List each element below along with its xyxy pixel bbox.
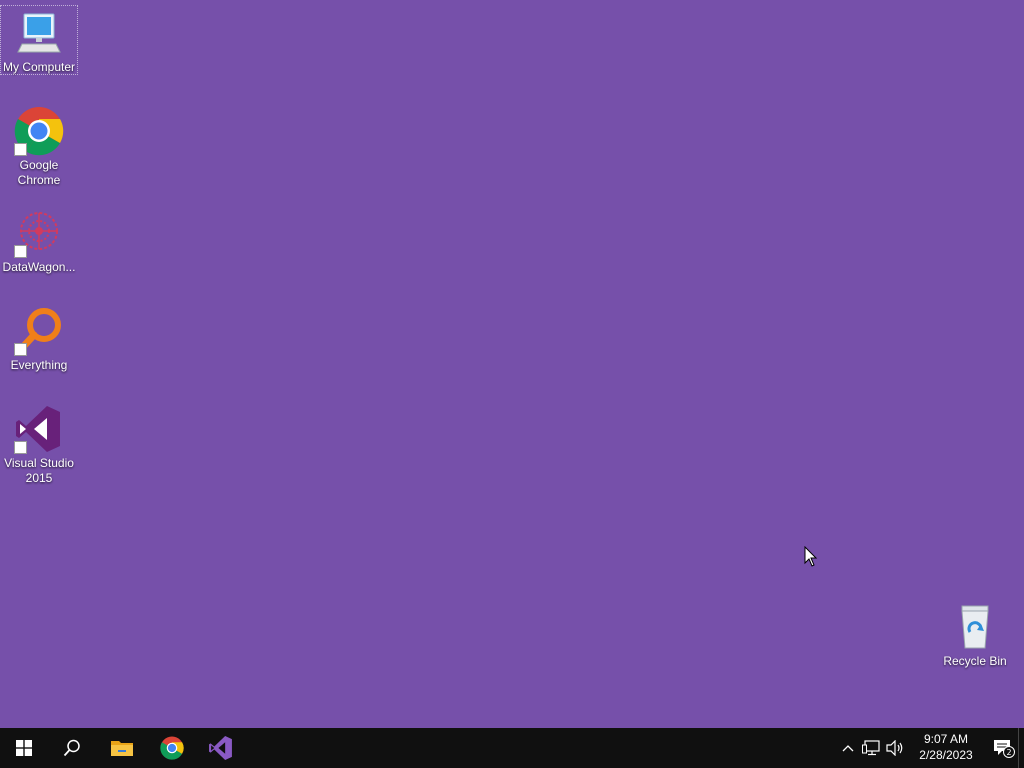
recycle-bin-icon — [950, 602, 1000, 652]
desktop-icon-my-computer[interactable]: My Computer — [0, 5, 78, 75]
computer-icon — [14, 8, 64, 58]
desktop[interactable]: My Computer Google Chrome DataWagon... E… — [0, 0, 1024, 728]
chevron-up-icon — [842, 745, 854, 752]
desktop-icon-label: DataWagon... — [2, 260, 76, 274]
network-button[interactable] — [860, 728, 882, 768]
clock-time: 9:07 AM — [923, 732, 969, 746]
taskbar-file-explorer[interactable] — [98, 728, 146, 768]
desktop-icon-label: Recycle Bin — [943, 654, 1007, 668]
desktop-icon-label: Everything — [10, 358, 68, 372]
desktop-icon-visual-studio-2015[interactable]: Visual Studio 2015 — [1, 402, 77, 486]
show-hidden-icons-button[interactable] — [838, 728, 858, 768]
shortcut-arrow-icon — [14, 343, 27, 356]
taskbar: 9:07 AM 2/28/2023 2 — [0, 728, 1024, 768]
everything-search-icon — [14, 306, 64, 356]
desktop-icon-label: Google Chrome — [17, 158, 61, 187]
notification-count: 2 — [1006, 748, 1011, 757]
mouse-cursor-icon — [804, 546, 818, 567]
clock[interactable]: 9:07 AM 2/28/2023 — [910, 731, 982, 763]
chrome-icon — [160, 736, 184, 760]
visual-studio-icon — [14, 404, 64, 454]
datawagon-icon — [14, 208, 64, 258]
chrome-icon — [14, 106, 64, 156]
search-icon — [63, 739, 80, 757]
search-button[interactable] — [48, 728, 96, 768]
show-desktop-button[interactable] — [1018, 728, 1024, 768]
shortcut-arrow-icon — [14, 143, 27, 156]
desktop-icon-everything[interactable]: Everything — [1, 304, 77, 374]
desktop-icon-google-chrome[interactable]: Google Chrome — [1, 104, 77, 188]
volume-button[interactable] — [884, 728, 906, 768]
windows-logo-icon — [16, 740, 32, 756]
shortcut-arrow-icon — [14, 441, 27, 454]
start-button[interactable] — [0, 728, 48, 768]
shortcut-arrow-icon — [14, 245, 27, 258]
system-tray: 9:07 AM 2/28/2023 2 — [824, 728, 1024, 768]
volume-icon — [886, 740, 903, 756]
visual-studio-icon — [209, 736, 232, 760]
taskbar-chrome[interactable] — [148, 728, 196, 768]
desktop-icon-recycle-bin[interactable]: Recycle Bin — [937, 600, 1013, 670]
taskbar-visual-studio[interactable] — [197, 728, 245, 768]
clock-date: 2/28/2023 — [919, 748, 973, 762]
notification-icon: 2 — [994, 740, 1015, 758]
action-center-button[interactable]: 2 — [990, 728, 1018, 768]
desktop-icon-label: Visual Studio 2015 — [4, 456, 74, 485]
network-icon — [862, 740, 880, 756]
folder-icon — [111, 741, 133, 756]
desktop-icon-datawagon[interactable]: DataWagon... — [1, 206, 77, 276]
desktop-icon-label: My Computer — [2, 60, 76, 74]
